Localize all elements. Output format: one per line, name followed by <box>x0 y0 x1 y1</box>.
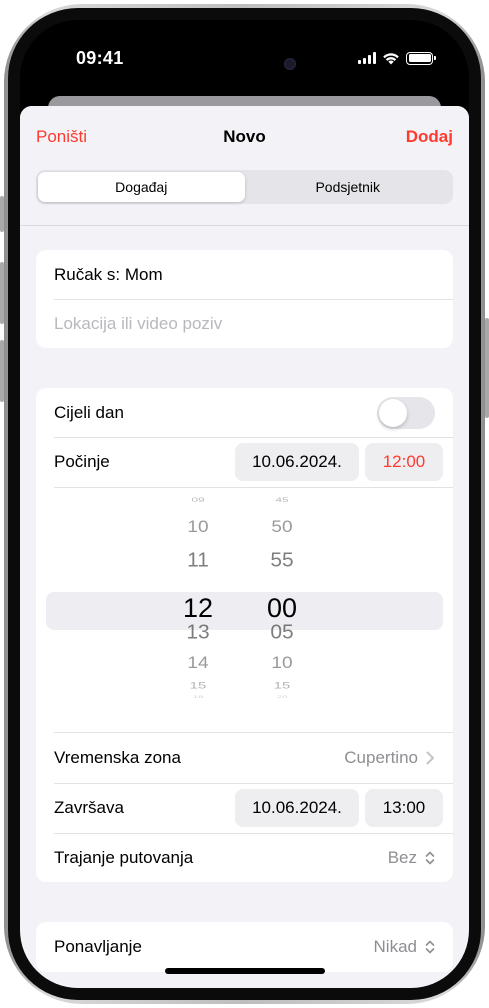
travel-time-label: Trajanje putovanja <box>54 848 194 867</box>
status-icons <box>358 50 436 66</box>
minute-option[interactable]: 45 <box>252 497 312 504</box>
time-zone-row[interactable]: Vremenska zona Cupertino <box>36 733 453 783</box>
repeat-value: Nikad <box>373 937 417 956</box>
cancel-button[interactable]: Poništi <box>36 127 87 147</box>
hour-option[interactable]: 09 <box>168 497 228 504</box>
time-zone-value-button[interactable]: Cupertino <box>344 748 435 768</box>
all-day-toggle[interactable] <box>377 397 435 429</box>
start-date-button[interactable]: 10.06.2024. <box>235 443 359 481</box>
toggle-knob <box>379 399 407 427</box>
repeat-row[interactable]: Ponavljanje Nikad <box>36 922 453 972</box>
repeat-group: Ponavljanje Nikad <box>36 922 453 972</box>
minute-option[interactable]: 20 <box>252 695 312 699</box>
hour-option[interactable]: 10 <box>168 519 228 535</box>
repeat-value-button[interactable]: Nikad <box>374 937 435 957</box>
minute-option[interactable]: 00 <box>252 595 312 622</box>
minute-option[interactable]: 10 <box>252 655 312 671</box>
time-zone-value: Cupertino <box>344 748 418 767</box>
wifi-icon <box>383 52 399 64</box>
new-event-sheet: Poništi Novo Dodaj Događaj Podsjetnik Ru… <box>20 106 469 988</box>
ends-label: Završava <box>54 798 124 817</box>
add-button[interactable]: Dodaj <box>406 127 453 147</box>
location-row <box>36 299 453 348</box>
ends-row: Završava 10.06.2024. 13:00 <box>36 783 453 833</box>
action-button <box>0 196 4 232</box>
tab-reminder[interactable]: Podsjetnik <box>245 172 452 202</box>
minute-wheel[interactable]: 45 50 55 00 05 10 15 20 <box>252 488 312 732</box>
home-indicator <box>164 968 325 974</box>
sheet-title: Novo <box>223 127 266 146</box>
end-date-button[interactable]: 10.06.2024. <box>235 789 359 827</box>
all-day-label: Cijeli dan <box>54 403 124 422</box>
navigation-bar: Poništi Novo Dodaj Događaj Podsjetnik <box>20 106 469 226</box>
hour-option[interactable]: 16 <box>168 695 228 699</box>
hour-wheel[interactable]: 09 10 11 12 13 14 15 16 <box>168 488 228 732</box>
time-zone-label: Vremenska zona <box>54 748 181 767</box>
chevron-right-icon <box>426 751 434 765</box>
power-button <box>485 318 489 418</box>
hour-option[interactable]: 15 <box>168 681 228 690</box>
start-time-button[interactable]: 12:00 <box>365 443 443 481</box>
time-wheel-picker[interactable]: 09 10 11 12 13 14 15 16 45 50 55 00 05 10 15 20 <box>36 488 453 732</box>
repeat-label: Ponavljanje <box>54 937 142 956</box>
battery-icon <box>406 51 436 65</box>
dynamic-island <box>188 46 312 82</box>
camera-icon <box>284 58 296 70</box>
travel-time-value-button[interactable]: Bez <box>388 848 435 868</box>
title-location-group <box>36 250 453 348</box>
hour-option[interactable]: 12 <box>168 595 228 622</box>
chevron-up-down-icon <box>425 851 435 865</box>
all-day-row: Cijeli dan <box>36 388 453 438</box>
travel-time-row[interactable]: Trajanje putovanja Bez <box>36 833 453 882</box>
hour-option[interactable]: 13 <box>168 623 228 643</box>
hour-option[interactable]: 11 <box>168 551 228 571</box>
title-row <box>36 250 453 300</box>
picker-selection-highlight <box>46 592 443 630</box>
location-field[interactable] <box>54 314 435 334</box>
end-time-button[interactable]: 13:00 <box>365 789 443 827</box>
minute-option[interactable]: 50 <box>252 519 312 535</box>
starts-label: Počinje <box>54 452 110 471</box>
travel-time-value: Bez <box>387 848 417 867</box>
event-type-segmented-control: Događaj Podsjetnik <box>36 170 453 204</box>
minute-option[interactable]: 15 <box>252 681 312 690</box>
title-field[interactable] <box>54 265 435 285</box>
minute-option[interactable]: 05 <box>252 623 312 643</box>
date-time-group: Cijeli dan Počinje 10.06.2024. 12:00 09 1… <box>36 388 453 882</box>
starts-row: Počinje 10.06.2024. 12:00 <box>36 437 453 487</box>
cellular-signal-icon <box>358 52 376 64</box>
tab-event[interactable]: Događaj <box>38 172 245 202</box>
screen: 09:41 Poništi Novo Dodaj Događaj Podsjet… <box>20 20 469 988</box>
status-time: 09:41 <box>76 48 124 68</box>
chevron-up-down-icon <box>425 940 435 954</box>
phone-bezel: 09:41 Poništi Novo Dodaj Događaj Podsjet… <box>8 8 481 1000</box>
volume-down-button <box>0 340 4 402</box>
status-bar: 09:41 <box>20 20 469 82</box>
volume-up-button <box>0 262 4 324</box>
hour-option[interactable]: 14 <box>168 655 228 671</box>
minute-option[interactable]: 55 <box>252 551 312 571</box>
